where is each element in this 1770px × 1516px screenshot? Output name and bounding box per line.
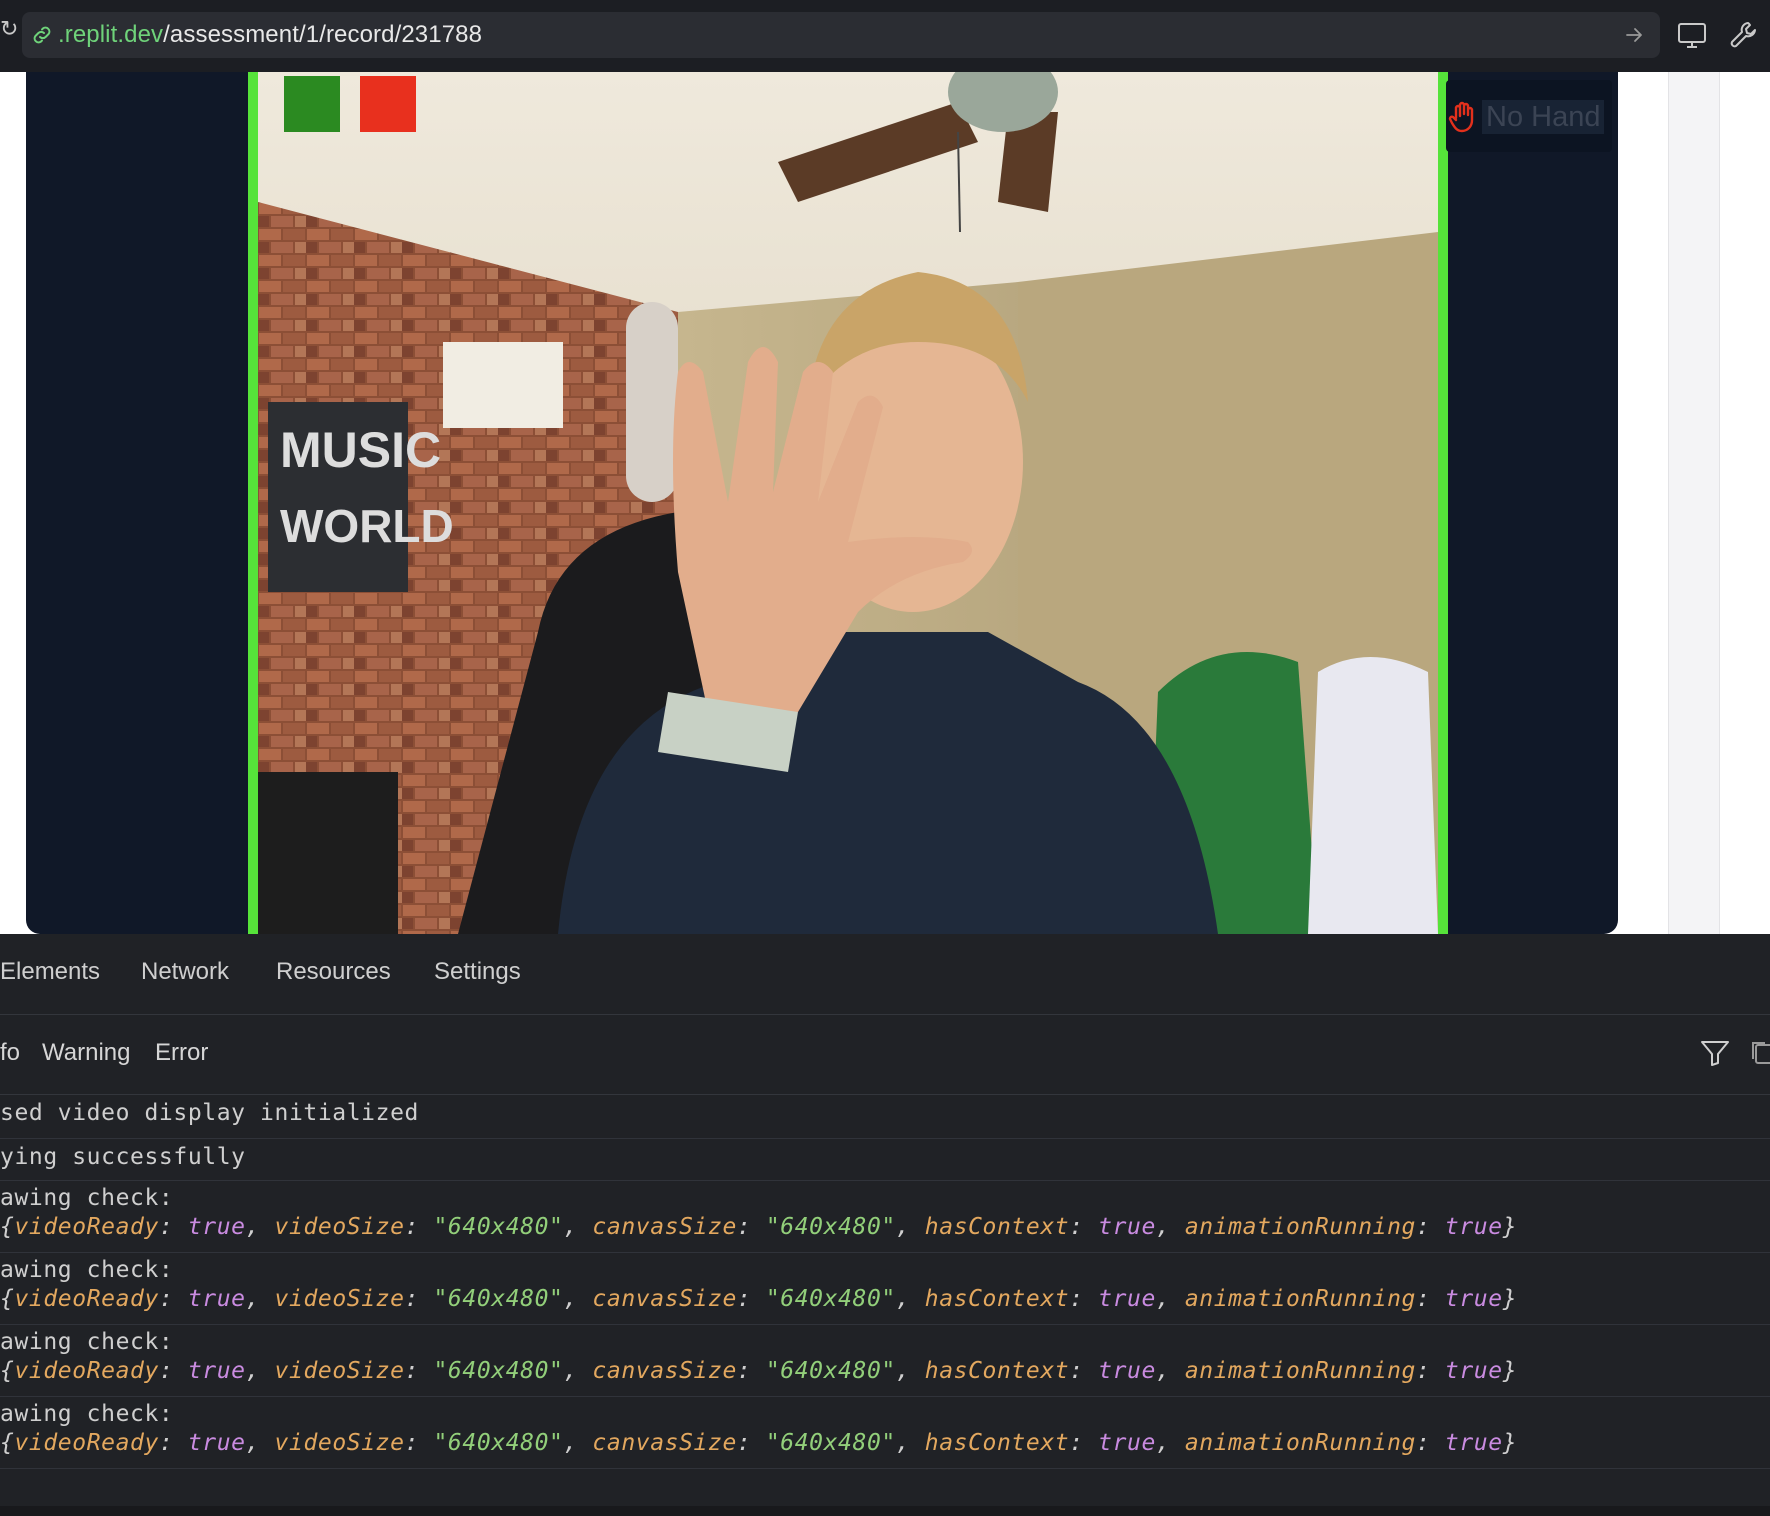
scrollbar-track[interactable] xyxy=(1668,72,1720,934)
log-entry: awing check: {videoReady: true, videoSiz… xyxy=(0,1325,1770,1397)
camera-frame: MUSIC WORLD xyxy=(258,72,1438,934)
console-log: sed video display initialized ying succe… xyxy=(0,1096,1770,1516)
log-entry: awing check: {videoReady: true, videoSiz… xyxy=(0,1181,1770,1253)
tab-settings[interactable]: Settings xyxy=(434,958,521,986)
monitor-icon[interactable] xyxy=(1675,18,1709,52)
log-message: awing check: xyxy=(0,1401,174,1427)
tab-network[interactable]: Network xyxy=(141,958,229,986)
red-indicator xyxy=(360,76,416,132)
camera-video: MUSIC WORLD xyxy=(248,72,1448,934)
copy-icon[interactable] xyxy=(1750,1039,1770,1067)
devtools-tab-bar: Elements Network Resources Settings xyxy=(0,934,1770,1015)
browser-toolbar: ↻ .replit.dev/assessment/1/record/231788 xyxy=(0,0,1770,72)
go-arrow-icon[interactable] xyxy=(1622,23,1646,47)
filter-icon[interactable] xyxy=(1700,1039,1730,1067)
log-message: awing check: xyxy=(0,1185,174,1211)
log-message: sed video display initialized xyxy=(0,1100,419,1126)
url-text[interactable]: .replit.dev/assessment/1/record/231788 xyxy=(58,21,482,49)
log-entry: ying successfully xyxy=(0,1139,1770,1181)
log-object[interactable]: {videoReady: true, videoSize: "640x480",… xyxy=(0,1286,1517,1312)
level-error[interactable]: Error xyxy=(155,1039,208,1067)
svg-text:WORLD: WORLD xyxy=(280,500,454,552)
page-content: MUSIC WORLD No Hand xyxy=(0,72,1770,934)
hand-icon xyxy=(1448,101,1474,133)
level-info[interactable]: fo xyxy=(0,1039,20,1067)
recorder-panel: MUSIC WORLD No Hand xyxy=(26,72,1618,934)
green-indicator xyxy=(284,76,340,132)
link-icon xyxy=(33,26,51,44)
log-entry: awing check: {videoReady: true, videoSiz… xyxy=(0,1253,1770,1325)
url-domain: .replit.dev xyxy=(58,21,164,48)
wrench-icon[interactable] xyxy=(1727,18,1761,52)
reload-icon[interactable]: ↻ xyxy=(0,18,18,40)
hand-status-badge: No Hand xyxy=(1446,80,1612,152)
tab-resources[interactable]: Resources xyxy=(276,958,391,986)
svg-text:MUSIC: MUSIC xyxy=(280,422,441,478)
log-object[interactable]: {videoReady: true, videoSize: "640x480",… xyxy=(0,1214,1517,1240)
log-object[interactable]: {videoReady: true, videoSize: "640x480",… xyxy=(0,1430,1517,1456)
console-filter-bar: fo Warning Error xyxy=(0,1014,1770,1095)
log-entry: sed video display initialized xyxy=(0,1096,1770,1139)
devtools-bottom-edge xyxy=(0,1506,1770,1516)
hand-status-label: No Hand xyxy=(1482,100,1605,134)
log-message: awing check: xyxy=(0,1329,174,1355)
tab-elements[interactable]: Elements xyxy=(0,958,100,986)
log-message: ying successfully xyxy=(0,1144,246,1170)
log-object[interactable]: {videoReady: true, videoSize: "640x480",… xyxy=(0,1358,1517,1384)
devtools-panel: Elements Network Resources Settings fo W… xyxy=(0,934,1770,1516)
log-message: awing check: xyxy=(0,1257,174,1283)
url-path: /assessment/1/record/231788 xyxy=(163,21,483,48)
level-warning[interactable]: Warning xyxy=(42,1039,130,1067)
log-entry: awing check: {videoReady: true, videoSiz… xyxy=(0,1397,1770,1469)
address-bar[interactable]: .replit.dev/assessment/1/record/231788 xyxy=(22,12,1660,58)
